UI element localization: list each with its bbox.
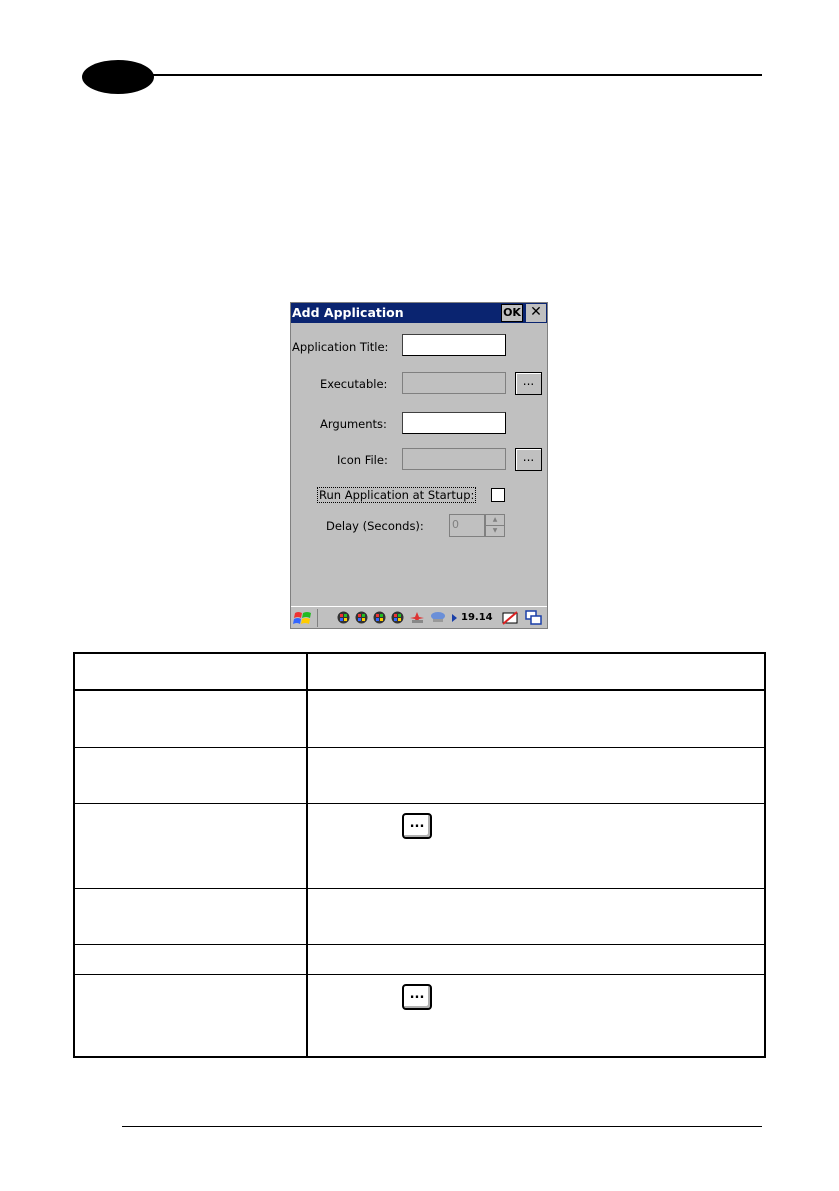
keyboard-icon[interactable]: [501, 610, 519, 626]
chapter-marker: [82, 60, 154, 94]
arguments-input[interactable]: [402, 412, 506, 434]
app-icon[interactable]: [373, 611, 386, 624]
icon-file-browse-button[interactable]: ...: [515, 448, 542, 471]
delay-input: 0: [449, 514, 485, 537]
icon-file-input: [402, 448, 506, 470]
run-at-startup-checkbox[interactable]: [491, 488, 505, 502]
desktop-icon[interactable]: [525, 610, 543, 626]
row-divider: [75, 747, 764, 748]
header-row-divider: [75, 689, 764, 691]
run-at-startup-label[interactable]: Run Application at Startup:: [317, 487, 477, 503]
connection-icon[interactable]: [429, 611, 447, 624]
icon-file-label: Icon File:: [337, 453, 388, 467]
executable-browse-button[interactable]: ...: [515, 372, 542, 395]
delay-spinner: ▲ ▼: [485, 514, 505, 537]
add-application-dialog: Add Application OK ✕ Application Title: …: [290, 302, 548, 629]
executable-label: Executable:: [320, 377, 388, 391]
browse-button-illustration: ...: [402, 813, 432, 839]
taskbar-separator: [317, 609, 318, 627]
dialog-title: Add Application: [292, 305, 404, 320]
spin-up-icon: ▲: [486, 515, 504, 526]
windows-start-icon[interactable]: [293, 610, 313, 626]
header-rule: [150, 74, 762, 76]
arguments-label: Arguments:: [320, 417, 387, 431]
ok-button[interactable]: OK: [501, 304, 523, 322]
row-divider: [75, 974, 764, 975]
taskbar: 19.14: [291, 606, 547, 628]
taskbar-clock: 19.14: [461, 612, 493, 623]
footer-rule: [122, 1126, 762, 1127]
row-divider: [75, 944, 764, 945]
column-divider: [306, 654, 308, 1056]
expand-arrow-icon[interactable]: [452, 614, 457, 622]
application-title-label: Application Title:: [292, 340, 389, 354]
app-icon[interactable]: [337, 611, 350, 624]
description-table: ... ...: [73, 652, 766, 1058]
application-title-input[interactable]: [402, 334, 506, 356]
dialog-titlebar: Add Application OK ✕: [291, 303, 547, 323]
delay-label: Delay (Seconds):: [326, 519, 424, 533]
executable-input: [402, 372, 506, 394]
spin-down-icon: ▼: [492, 527, 498, 534]
app-icon[interactable]: [391, 611, 404, 624]
close-button[interactable]: ✕: [526, 304, 546, 322]
app-icon[interactable]: [355, 611, 368, 624]
row-divider: [75, 803, 764, 804]
browse-button-illustration: ...: [402, 984, 432, 1010]
row-divider: [75, 888, 764, 889]
network-icon[interactable]: [410, 611, 425, 624]
